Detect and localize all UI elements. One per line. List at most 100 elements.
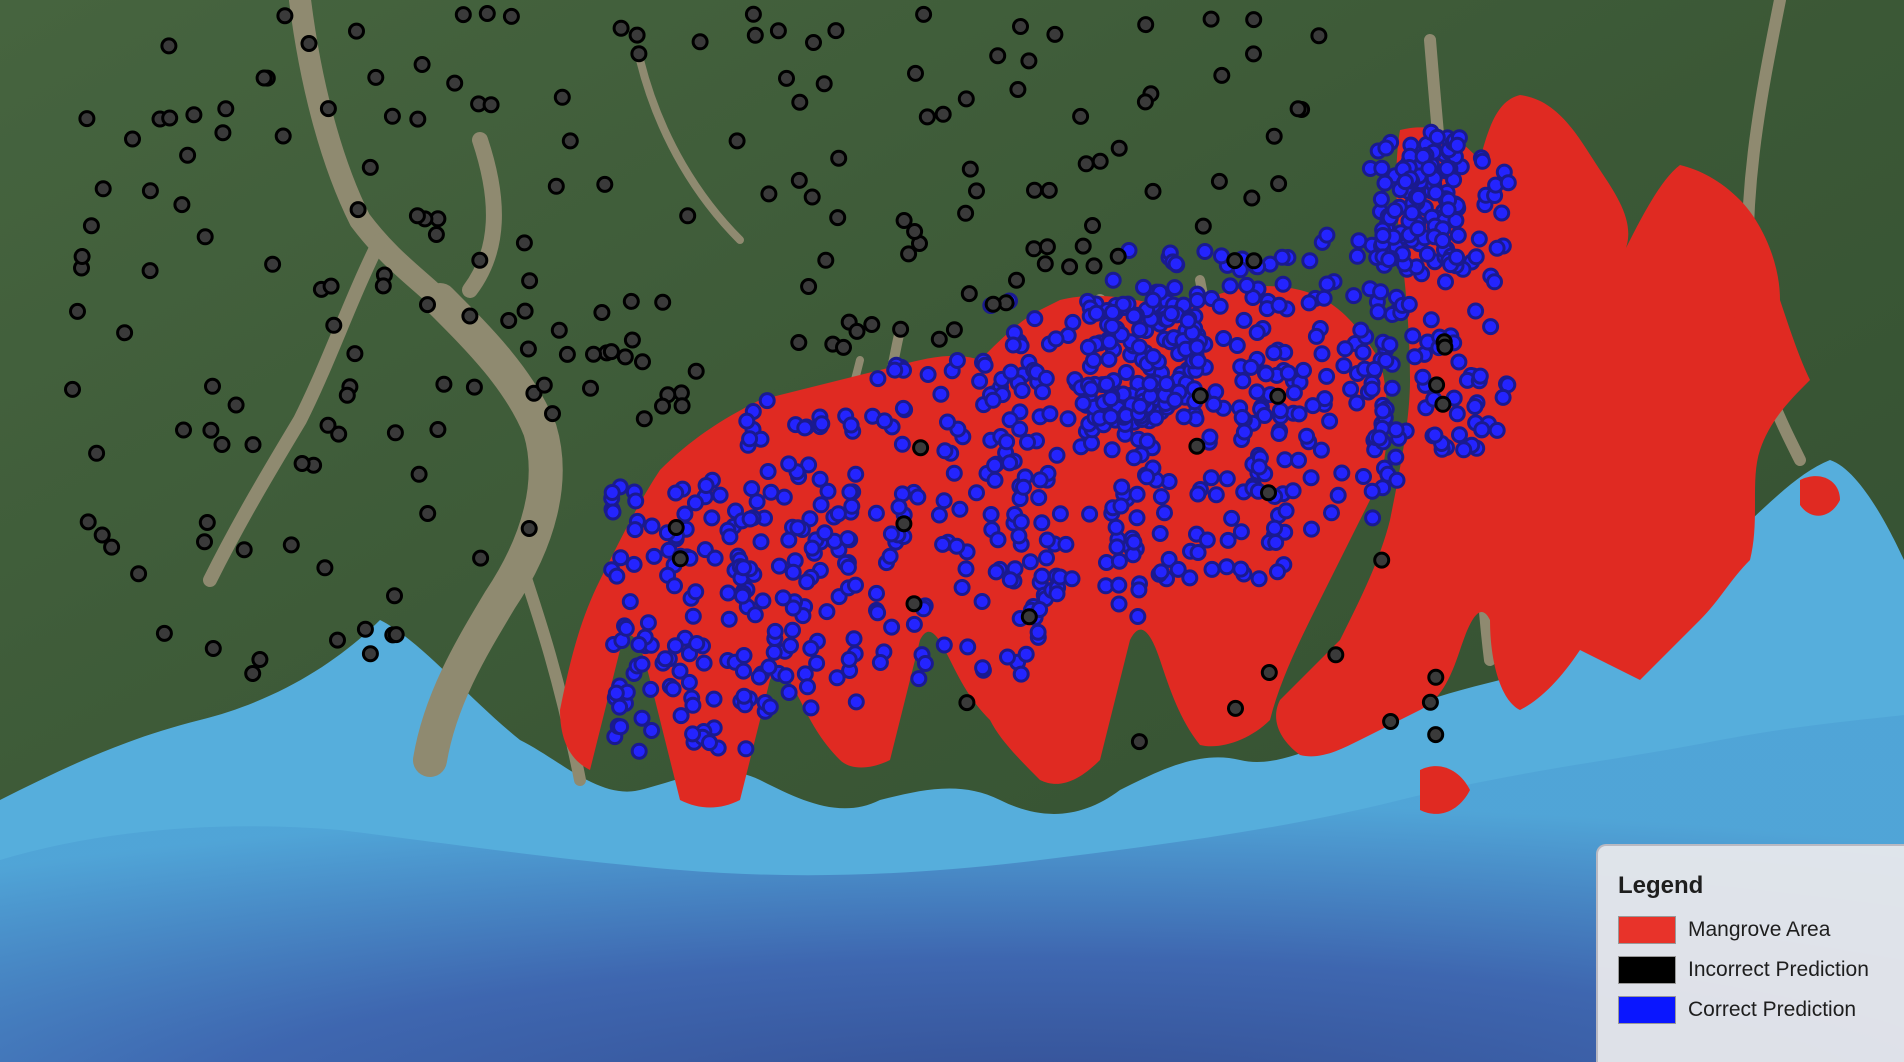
correct-point <box>1301 252 1319 270</box>
correct-point <box>1318 226 1336 244</box>
correct-point <box>932 385 950 403</box>
legend: Legend Mangrove Area Incorrect Predictio… <box>1596 844 1904 1062</box>
correct-point <box>1034 383 1051 401</box>
incorrect-point <box>848 322 866 340</box>
legend-title: Legend <box>1618 872 1704 899</box>
correct-point <box>1211 297 1229 315</box>
correct-point <box>1448 248 1466 266</box>
correct-point <box>1499 174 1517 192</box>
correct-point <box>1333 464 1351 482</box>
incorrect-point <box>817 251 835 269</box>
incorrect-point <box>622 292 640 310</box>
incorrect-point <box>1428 376 1446 394</box>
incorrect-point <box>623 331 641 349</box>
incorrect-point <box>69 302 86 320</box>
correct-point <box>625 555 643 573</box>
correct-point <box>1342 380 1360 398</box>
correct-point <box>1026 310 1044 328</box>
correct-point <box>748 493 766 511</box>
correct-point <box>1013 382 1031 399</box>
correct-point <box>1448 405 1466 423</box>
correct-point <box>1235 423 1253 441</box>
correct-point <box>1130 581 1148 599</box>
correct-point <box>1223 509 1241 527</box>
incorrect-point <box>905 595 923 613</box>
correct-point <box>934 535 952 553</box>
correct-point <box>1125 533 1143 551</box>
correct-point <box>1117 364 1135 381</box>
incorrect-point <box>1210 172 1228 190</box>
correct-point <box>666 577 683 595</box>
correct-point <box>1031 471 1049 489</box>
incorrect-point <box>961 160 979 178</box>
incorrect-point <box>500 312 518 329</box>
correct-point <box>1270 425 1288 442</box>
correct-point <box>1250 458 1268 476</box>
incorrect-point <box>671 550 689 568</box>
correct-point <box>818 603 836 621</box>
correct-point <box>1488 239 1506 257</box>
incorrect-point <box>160 37 178 55</box>
correct-point <box>1303 520 1320 538</box>
correct-point <box>1318 275 1336 293</box>
correct-point <box>1290 451 1307 469</box>
correct-point <box>816 524 834 542</box>
correct-point <box>813 415 831 433</box>
correct-point <box>1138 468 1156 486</box>
correct-point <box>735 559 752 577</box>
correct-point <box>1001 454 1019 472</box>
incorrect-point <box>593 304 611 321</box>
correct-point <box>1277 502 1295 520</box>
incorrect-point <box>892 320 910 338</box>
incorrect-point <box>251 651 269 668</box>
correct-point <box>1366 360 1383 378</box>
correct-point <box>1129 608 1147 625</box>
correct-point <box>1102 390 1120 408</box>
correct-point <box>1201 428 1219 446</box>
correct-point <box>1374 227 1392 244</box>
correct-point <box>1400 295 1418 313</box>
correct-point <box>741 510 759 528</box>
incorrect-point <box>175 421 192 439</box>
correct-point <box>1396 173 1414 191</box>
incorrect-point <box>1072 107 1090 125</box>
correct-point <box>869 370 887 388</box>
incorrect-point <box>915 5 933 23</box>
incorrect-point <box>204 377 221 395</box>
incorrect-point <box>264 255 282 273</box>
correct-point <box>1152 488 1170 506</box>
correct-point <box>1323 504 1340 522</box>
correct-point <box>664 680 682 698</box>
correct-point <box>1374 402 1392 420</box>
correct-point <box>819 482 837 500</box>
correct-point <box>1420 160 1438 177</box>
legend-label-incorrect: Incorrect Prediction <box>1688 958 1869 981</box>
correct-point <box>1409 188 1427 206</box>
correct-point <box>766 622 784 640</box>
correct-point <box>784 621 801 639</box>
correct-point <box>909 488 927 506</box>
correct-point <box>1151 525 1169 542</box>
incorrect-point <box>728 132 746 150</box>
correct-point <box>971 372 989 390</box>
incorrect-point <box>1213 66 1231 84</box>
incorrect-point <box>863 316 881 333</box>
incorrect-point <box>830 149 848 167</box>
incorrect-point <box>103 538 121 556</box>
correct-point <box>1376 174 1394 192</box>
correct-point <box>871 654 889 671</box>
correct-point <box>1313 345 1331 363</box>
correct-point <box>1087 304 1105 322</box>
incorrect-point <box>1436 338 1454 356</box>
incorrect-point <box>1136 93 1154 111</box>
correct-point <box>1038 549 1055 567</box>
incorrect-point <box>769 22 787 40</box>
correct-point <box>1380 251 1398 268</box>
correct-point <box>1012 513 1030 531</box>
correct-point <box>1228 337 1246 354</box>
correct-point <box>1138 432 1156 450</box>
correct-point <box>705 690 723 708</box>
incorrect-point <box>361 158 379 176</box>
correct-point <box>829 505 847 523</box>
correct-point <box>1144 348 1162 366</box>
